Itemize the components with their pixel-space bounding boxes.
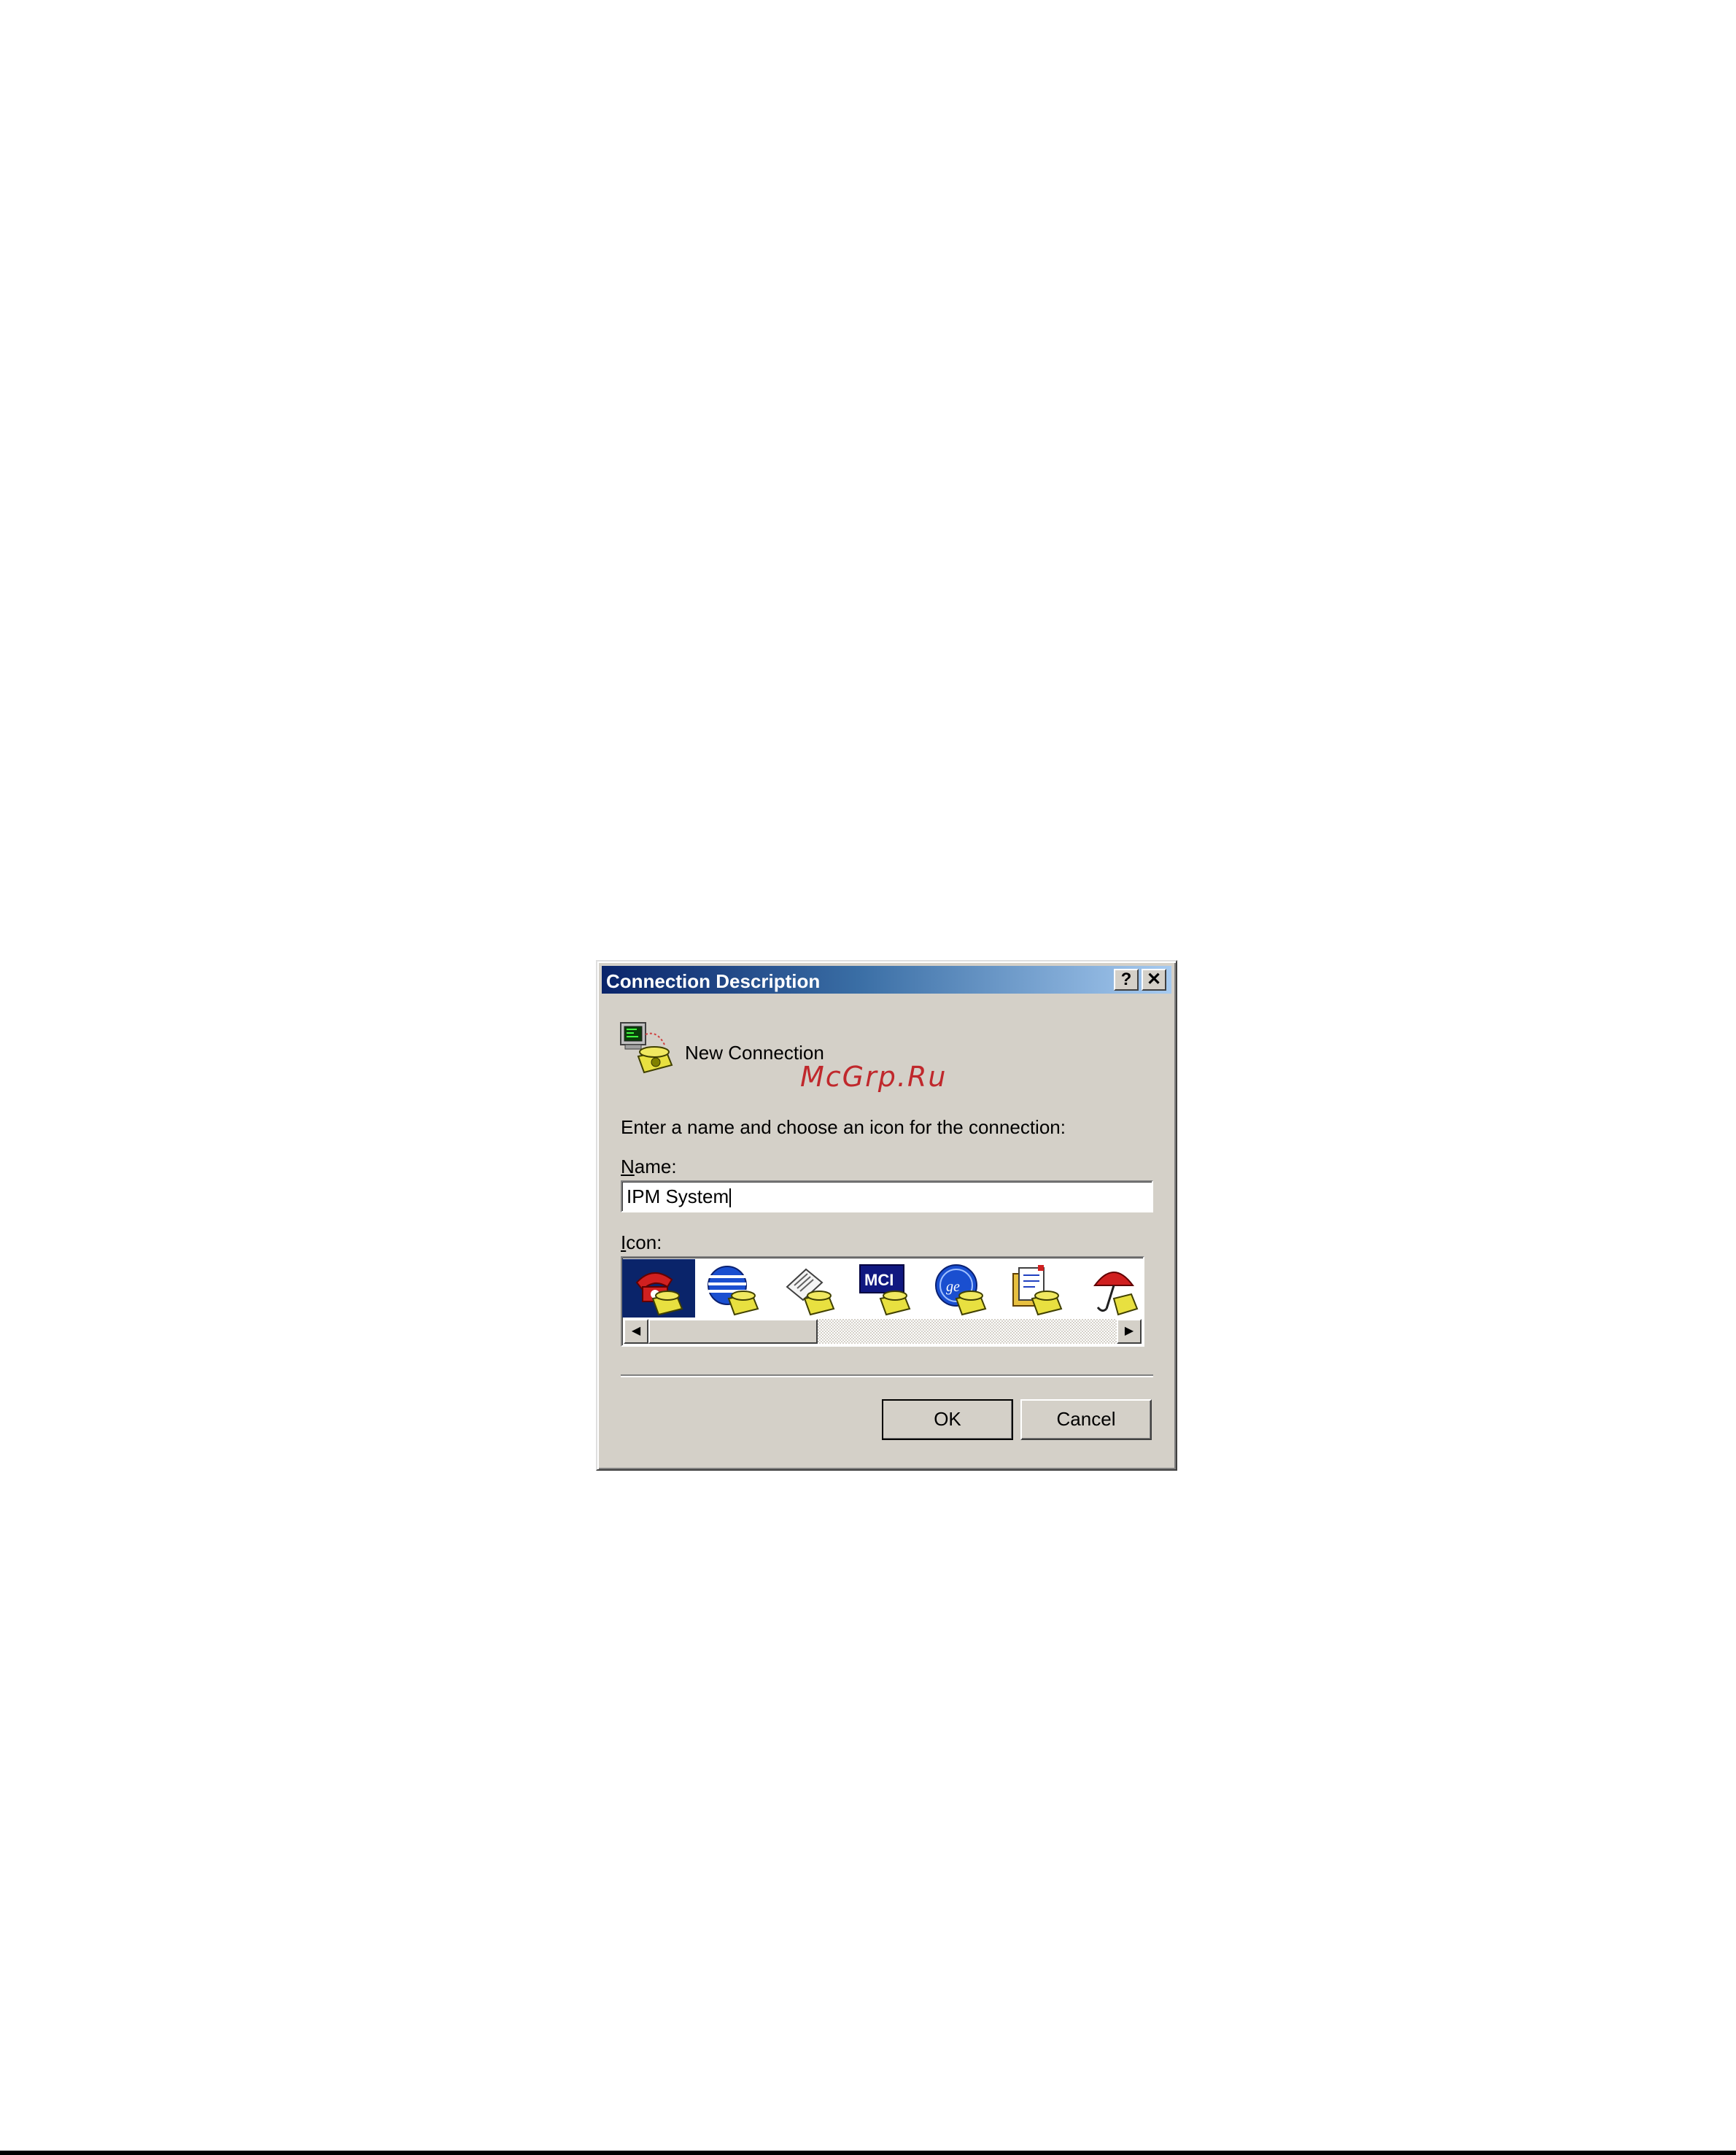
icon-label: Icon: xyxy=(621,1231,662,1253)
documents-phone-icon xyxy=(1012,1265,1063,1316)
name-input-value: IPM System xyxy=(627,1185,729,1207)
close-button[interactable]: ✕ xyxy=(1142,969,1166,991)
dialog-title: Connection Description xyxy=(606,970,821,992)
globe-phone-icon xyxy=(708,1266,759,1316)
new-connection-icon xyxy=(620,1022,673,1074)
mci-phone-icon: MCI xyxy=(859,1264,911,1316)
scroll-right-button[interactable]: ▶ xyxy=(1117,1319,1142,1344)
watermark: McGrp.Ru xyxy=(800,1061,948,1093)
ge-phone-icon: ge xyxy=(935,1264,987,1316)
icon-option-umbrella[interactable] xyxy=(1077,1259,1143,1318)
page-bottom-rule xyxy=(0,2151,1736,2155)
icon-option-globe[interactable] xyxy=(698,1259,771,1318)
icon-option-documents[interactable] xyxy=(1001,1259,1074,1318)
connection-description-dialog: Connection Description ? ✕ New Connectio… xyxy=(596,960,1177,1471)
title-bar[interactable]: Connection Description ? ✕ xyxy=(602,966,1171,994)
icon-scrollbar[interactable]: ◀ ▶ xyxy=(624,1319,1142,1344)
icon-option-mci[interactable]: MCI xyxy=(850,1259,923,1318)
icon-option-red-phone[interactable] xyxy=(622,1259,695,1318)
name-input[interactable]: IPM System xyxy=(621,1180,1153,1212)
scroll-thumb[interactable] xyxy=(648,1319,818,1344)
instructions-text: Enter a name and choose an icon for the … xyxy=(621,1116,1066,1138)
separator xyxy=(621,1374,1153,1377)
help-button[interactable]: ? xyxy=(1114,969,1139,991)
newspaper-phone-icon xyxy=(786,1268,835,1316)
icon-option-ge[interactable]: ge xyxy=(926,1259,999,1318)
svg-text:MCI: MCI xyxy=(864,1271,894,1289)
name-label: Name: xyxy=(621,1156,677,1177)
red-phone-icon xyxy=(635,1272,683,1316)
text-caret xyxy=(729,1188,732,1208)
icon-list[interactable]: MCI ge ◀ ▶ xyxy=(621,1256,1144,1347)
svg-text:ge: ge xyxy=(946,1279,960,1295)
scroll-left-button[interactable]: ◀ xyxy=(624,1319,648,1344)
ok-button[interactable]: OK xyxy=(882,1399,1013,1440)
icon-option-newspaper[interactable] xyxy=(774,1259,847,1318)
cancel-button[interactable]: Cancel xyxy=(1020,1399,1152,1440)
umbrella-phone-icon xyxy=(1093,1272,1139,1316)
